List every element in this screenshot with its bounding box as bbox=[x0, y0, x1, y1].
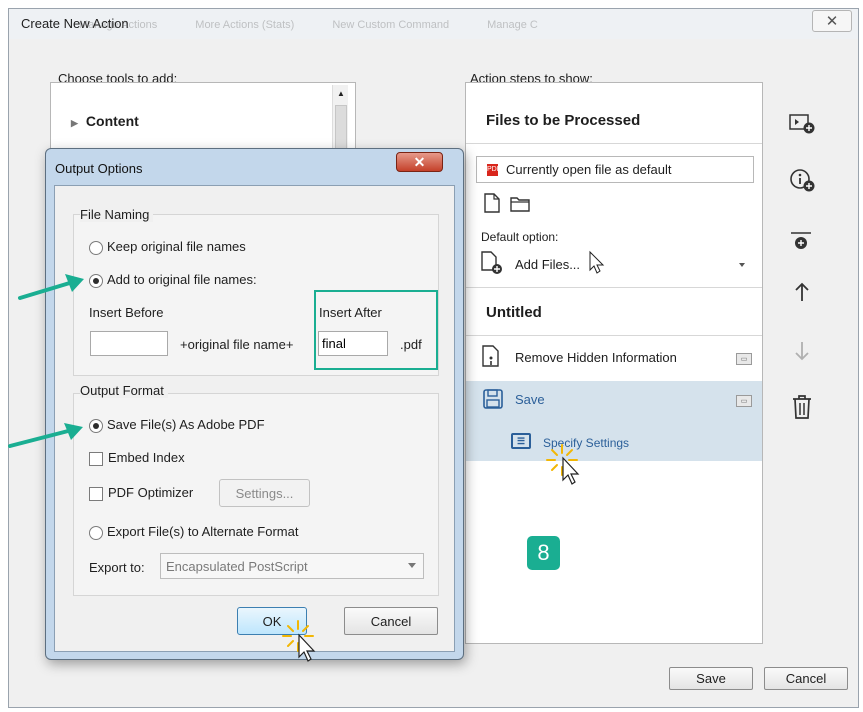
radio-label: Keep original file names bbox=[107, 239, 246, 254]
step-options-icon[interactable]: ▭ bbox=[736, 395, 752, 407]
chevron-down-icon bbox=[408, 563, 416, 568]
settings-list-icon: ☰ bbox=[511, 433, 531, 449]
file-icon[interactable] bbox=[484, 193, 500, 213]
radio-label: Export File(s) to Alternate Format bbox=[107, 524, 299, 539]
pdf-optimizer-checkbox[interactable]: PDF Optimizer bbox=[89, 485, 193, 501]
dialog-cancel-button[interactable]: Cancel bbox=[344, 607, 438, 635]
insert-before-input[interactable] bbox=[90, 331, 168, 356]
insert-after-label: Insert After bbox=[319, 305, 382, 320]
export-format-dropdown[interactable]: Encapsulated PostScript bbox=[160, 553, 424, 579]
keep-original-radio[interactable]: Keep original file names bbox=[89, 239, 246, 255]
default-option-label: Default option: bbox=[481, 230, 559, 244]
close-icon: ✕ bbox=[413, 153, 426, 170]
insert-before-label: Insert Before bbox=[89, 305, 164, 320]
radio-button[interactable] bbox=[89, 525, 103, 540]
step-options-icon[interactable]: ▭ bbox=[736, 353, 752, 365]
floppy-disk-icon bbox=[483, 389, 503, 409]
pdf-extension-text: .pdf bbox=[400, 337, 422, 352]
add-files-dropdown-icon[interactable] bbox=[739, 263, 745, 267]
background-toolbar: Manage Actions More Actions (Stats) New … bbox=[79, 15, 779, 35]
radio-label: Save File(s) As Adobe PDF bbox=[107, 417, 265, 432]
move-down-icon bbox=[787, 336, 817, 366]
scroll-up-icon[interactable]: ▲ bbox=[333, 89, 349, 98]
add-file-icon[interactable] bbox=[787, 108, 817, 138]
tools-scrollbar[interactable]: ▲ bbox=[332, 85, 348, 155]
ghost-toolbar-item: Manage C bbox=[487, 19, 538, 31]
ghost-toolbar-item: Manage Actions bbox=[79, 19, 158, 31]
checkbox[interactable] bbox=[89, 451, 103, 466]
step-remove-hidden-information[interactable]: Remove Hidden Information ▭ bbox=[466, 337, 762, 381]
save-as-pdf-radio[interactable]: Save File(s) As Adobe PDF bbox=[89, 417, 265, 433]
insert-after-highlight bbox=[314, 290, 438, 370]
export-alternate-radio[interactable]: Export File(s) to Alternate Format bbox=[89, 524, 298, 540]
title-bar: Create New Action Manage Actions More Ac… bbox=[9, 9, 858, 39]
divider bbox=[466, 335, 762, 336]
tools-category-content[interactable]: ▶ Content bbox=[71, 113, 139, 129]
dialog-body: File Naming Keep original file names Add… bbox=[54, 185, 455, 652]
action-steps-panel: Files to be Processed PDF Currently open… bbox=[465, 82, 763, 644]
radio-label: Add to original file names: bbox=[107, 272, 257, 287]
original-file-name-text: +original file name+ bbox=[180, 337, 294, 352]
file-naming-label: File Naming bbox=[80, 207, 154, 222]
add-divider-icon[interactable] bbox=[787, 226, 817, 256]
dialog-close-button[interactable]: ✕ bbox=[396, 152, 443, 172]
tools-category-label: Content bbox=[85, 113, 139, 129]
radio-button[interactable] bbox=[89, 418, 103, 433]
radio-button[interactable] bbox=[89, 273, 103, 288]
add-files-button[interactable]: Add Files... bbox=[515, 257, 580, 272]
close-icon: ✕ bbox=[825, 13, 839, 30]
step-label: Save bbox=[515, 392, 545, 407]
dialog-title: Output Options bbox=[55, 161, 143, 176]
divider bbox=[466, 143, 762, 144]
pdf-icon: PDF bbox=[487, 163, 501, 176]
untitled-section-title: Untitled bbox=[486, 304, 542, 321]
step-label: Remove Hidden Information bbox=[515, 350, 677, 365]
folder-icon[interactable] bbox=[510, 195, 530, 212]
embed-index-checkbox[interactable]: Embed Index bbox=[89, 450, 185, 466]
ghost-toolbar-item: New Custom Command bbox=[332, 19, 450, 31]
ghost-toolbar-item: More Actions (Stats) bbox=[195, 19, 295, 31]
step-number-badge: 8 bbox=[527, 536, 560, 570]
expand-arrow-icon[interactable]: ▶ bbox=[71, 118, 78, 128]
output-options-dialog: Output Options ✕ File Naming Keep origin… bbox=[45, 148, 464, 660]
divider bbox=[466, 287, 762, 288]
file-source-value: Currently open file as default bbox=[506, 162, 672, 177]
checkbox-label: Embed Index bbox=[108, 450, 185, 465]
checkbox-label: PDF Optimizer bbox=[108, 485, 194, 500]
add-info-icon[interactable] bbox=[787, 165, 817, 195]
add-to-original-radio[interactable]: Add to original file names: bbox=[89, 272, 257, 288]
move-up-icon[interactable] bbox=[787, 277, 817, 307]
cancel-button[interactable]: Cancel bbox=[764, 667, 848, 690]
optimizer-settings-button[interactable]: Settings... bbox=[219, 479, 310, 507]
window-close-button[interactable]: ✕ bbox=[812, 10, 852, 32]
save-button[interactable]: Save bbox=[669, 667, 753, 690]
specify-settings-link[interactable]: Specify Settings bbox=[543, 436, 629, 450]
radio-button[interactable] bbox=[89, 240, 103, 255]
delete-icon[interactable] bbox=[787, 392, 817, 422]
document-info-icon bbox=[482, 345, 499, 367]
ok-button[interactable]: OK bbox=[237, 607, 307, 635]
files-section-title: Files to be Processed bbox=[486, 112, 641, 129]
add-file-icon[interactable] bbox=[481, 251, 503, 275]
output-format-label: Output Format bbox=[80, 383, 168, 398]
export-format-value: Encapsulated PostScript bbox=[166, 558, 308, 574]
export-to-label: Export to: bbox=[89, 560, 145, 575]
step-save[interactable]: Save ▭ ☰ Specify Settings bbox=[466, 381, 762, 461]
checkbox[interactable] bbox=[89, 486, 103, 501]
file-source-combo[interactable]: PDF Currently open file as default bbox=[476, 156, 754, 183]
insert-after-input[interactable] bbox=[318, 331, 388, 356]
